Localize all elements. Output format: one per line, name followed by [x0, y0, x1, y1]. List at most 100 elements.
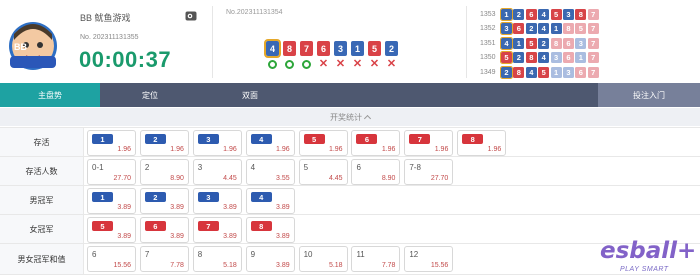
bet-option[interactable]: 11 7.78 — [351, 246, 401, 272]
history-round-number: 1351 — [480, 39, 496, 47]
history-ball: 3 — [562, 66, 574, 78]
draw-stats-label: 开奖统计 — [330, 112, 362, 122]
tab-position[interactable]: 定位 — [100, 83, 200, 107]
bet-option[interactable]: 2 3.89 — [139, 188, 189, 214]
tab-main[interactable]: 主盘势 — [0, 83, 100, 107]
bet-option-label: 11 — [356, 250, 365, 259]
bet-option[interactable]: 7 3.89 — [192, 217, 242, 243]
bet-option[interactable]: 9 3.89 — [245, 246, 295, 272]
bet-option[interactable]: 10 5.18 — [298, 246, 348, 272]
history-ball: 3 — [500, 22, 513, 36]
bet-option[interactable]: 12 15.56 — [404, 246, 454, 272]
bet-odds: 1.96 — [276, 146, 290, 153]
bet-option[interactable]: 1 3.89 — [87, 188, 136, 214]
bet-odds: 1.96 — [434, 146, 449, 153]
player-number-chip: 2 — [144, 192, 166, 202]
bet-option[interactable]: 6 8.90 — [351, 159, 401, 185]
result-history: 1353 1 2 6 4 5 3 8 7 1352 3 6 2 4 1 8 5 7 1351 4 1 5 2 8 6 3 7 1350… — [480, 7, 695, 81]
bet-odds: 4.45 — [223, 175, 237, 182]
bet-row-label: 女冠军 — [0, 215, 84, 243]
bet-option[interactable]: 7 1.96 — [404, 130, 454, 156]
current-result-balls: 48763152 — [264, 39, 398, 58]
bet-option[interactable]: 8 5.18 — [192, 246, 242, 272]
result-ball: 6 — [317, 41, 330, 56]
bet-odds: 5.18 — [328, 262, 343, 269]
bet-option[interactable]: 3 1.96 — [192, 130, 242, 156]
history-ball: 6 — [525, 8, 537, 20]
history-ball: 8 — [562, 23, 574, 35]
bet-option[interactable]: 5 4.45 — [298, 159, 348, 185]
bet-row-label: 男冠军 — [0, 186, 84, 214]
history-ball: 5 — [500, 51, 513, 65]
bet-option[interactable]: 3 3.89 — [192, 188, 242, 214]
bet-row-label: 存活人数 — [0, 157, 84, 185]
bet-option[interactable]: 1 1.96 — [87, 130, 136, 156]
history-ball: 6 — [575, 66, 587, 78]
bet-row: 存活 1 1.96 2 1.96 3 1.96 4 1.96 5 1.96 6 1.96 7 1.96 8 1.… — [0, 127, 700, 157]
history-ball: 8 — [525, 52, 537, 64]
history-ball: 6 — [513, 23, 525, 35]
result-ball: 1 — [351, 41, 364, 56]
bet-option[interactable]: 3 4.45 — [192, 159, 242, 185]
bet-option[interactable]: 7 7.78 — [139, 246, 189, 272]
history-round-number: 1352 — [480, 25, 496, 33]
history-round-number: 1350 — [480, 54, 496, 62]
survived-circle-icon — [283, 59, 296, 70]
history-ball: 4 — [500, 36, 513, 50]
history-ball: 8 — [575, 8, 587, 20]
bet-option[interactable]: 6 3.89 — [139, 217, 189, 243]
bet-option[interactable]: 2 1.96 — [139, 130, 189, 156]
bet-option[interactable]: 7-8 27.70 — [404, 159, 454, 185]
player-number-chip: 3 — [197, 134, 219, 144]
history-ball: 4 — [525, 66, 537, 78]
current-result-marks: ✕ ✕ ✕ ✕ ✕ — [266, 59, 398, 70]
bet-option[interactable]: 0-1 27.70 — [87, 159, 136, 185]
player-number-chip: 7 — [409, 134, 431, 144]
result-ball: 5 — [368, 41, 381, 56]
bet-odds: 3.89 — [276, 233, 290, 240]
history-ball: 5 — [575, 23, 587, 35]
bet-option-label: 0-1 — [92, 163, 104, 172]
history-ball: 4 — [538, 52, 550, 64]
player-number-chip: 6 — [356, 134, 378, 144]
history-ball: 4 — [538, 8, 550, 20]
bet-odds: 8.90 — [170, 175, 184, 182]
result-ball: 7 — [300, 41, 313, 56]
history-ball: 7 — [587, 8, 599, 20]
history-ball: 3 — [575, 37, 587, 49]
survived-circle-icon — [300, 59, 313, 70]
bet-option[interactable]: 8 3.89 — [245, 217, 295, 243]
history-ball: 3 — [562, 8, 574, 20]
bet-odds: 27.70 — [113, 175, 131, 182]
bet-option[interactable]: 4 1.96 — [245, 130, 295, 156]
tab-betting-guide[interactable]: 投注入门 — [598, 83, 700, 107]
player-number-chip: 4 — [250, 134, 272, 144]
history-row: 1349 2 8 4 5 1 3 6 7 — [480, 65, 695, 79]
player-number-chip: 5 — [92, 221, 113, 231]
bet-option-label: 7 — [144, 250, 150, 259]
history-round-number: 1353 — [480, 10, 496, 18]
tab-two-sides[interactable]: 双面 — [200, 83, 300, 107]
video-camera-icon[interactable] — [185, 11, 197, 21]
history-ball: 5 — [538, 66, 550, 78]
bet-option[interactable]: 6 1.96 — [351, 130, 401, 156]
bet-odds: 7.78 — [170, 262, 184, 269]
bet-option[interactable]: 8 1.96 — [457, 130, 507, 156]
bet-option[interactable]: 6 15.56 — [87, 246, 136, 272]
game-logo: BB — [9, 22, 57, 70]
bet-option[interactable]: 4 3.55 — [245, 159, 295, 185]
bet-option[interactable]: 4 3.89 — [245, 188, 295, 214]
bet-odds: 3.89 — [117, 233, 131, 240]
bet-option[interactable]: 5 1.96 — [298, 130, 348, 156]
bet-option[interactable]: 2 8.90 — [139, 159, 189, 185]
draw-stats-toggle[interactable]: 开奖统计 — [0, 108, 700, 126]
history-ball: 2 — [538, 37, 550, 49]
game-header: BB BB 鱿鱼游戏 No. 202311131355 00:00:37 No.… — [0, 0, 700, 82]
bet-option[interactable]: 5 3.89 — [87, 217, 136, 243]
bet-option-label: 6 — [92, 250, 97, 259]
history-ball: 1 — [550, 66, 562, 78]
player-number-chip: 3 — [197, 192, 219, 202]
bet-odds: 7.78 — [381, 262, 396, 269]
divider — [212, 6, 213, 78]
bet-odds: 3.89 — [117, 204, 131, 211]
